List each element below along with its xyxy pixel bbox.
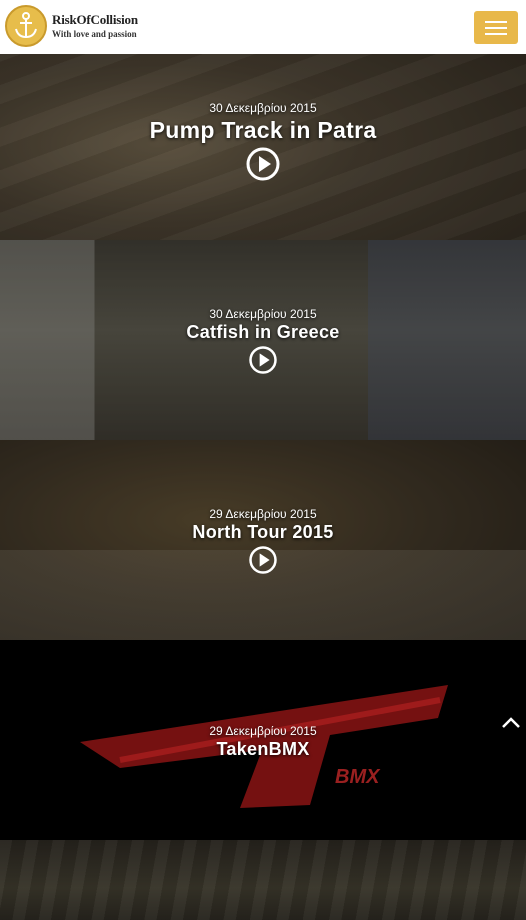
hamburger-icon-bar: [485, 27, 507, 29]
hamburger-icon-bar: [485, 33, 507, 35]
play-icon[interactable]: [248, 345, 278, 375]
post-card[interactable]: [0, 840, 526, 920]
logo-tagline: With love and passion: [52, 29, 137, 39]
play-icon[interactable]: [245, 146, 281, 182]
play-icon[interactable]: [248, 545, 278, 575]
post-caption: 29 Δεκεμβρίου 2015 TakenBMX: [0, 724, 526, 760]
post-date: 29 Δεκεμβρίου 2015: [209, 724, 317, 738]
svg-text:BMX: BMX: [335, 766, 381, 788]
post-title[interactable]: TakenBMX: [0, 739, 526, 760]
post-date: 29 Δεκεμβρίου 2015: [209, 507, 317, 521]
hamburger-icon: [485, 21, 507, 23]
post-caption: 30 Δεκεμβρίου 2015 Catfish in Greece: [0, 307, 526, 375]
site-header: RiskOfCollision With love and passion: [0, 0, 526, 54]
post-title[interactable]: Pump Track in Patra: [0, 117, 526, 144]
anchor-icon: [15, 12, 37, 39]
post-card[interactable]: BMX 29 Δεκεμβρίου 2015 TakenBMX: [0, 640, 526, 840]
menu-button[interactable]: [474, 11, 518, 44]
post-title[interactable]: North Tour 2015: [0, 522, 526, 543]
post-card[interactable]: 29 Δεκεμβρίου 2015 North Tour 2015: [0, 440, 526, 640]
logo[interactable]: [5, 5, 47, 47]
chevron-up-icon[interactable]: [500, 712, 522, 734]
post-title[interactable]: Catfish in Greece: [0, 322, 526, 343]
thumbnail-overlay: [0, 840, 526, 920]
logo-title[interactable]: RiskOfCollision: [52, 12, 138, 28]
post-date: 30 Δεκεμβρίου 2015: [209, 307, 317, 321]
post-caption: 30 Δεκεμβρίου 2015 Pump Track in Patra: [0, 101, 526, 182]
post-card[interactable]: 30 Δεκεμβρίου 2015 Catfish in Greece: [0, 240, 526, 440]
post-date: 30 Δεκεμβρίου 2015: [209, 101, 317, 115]
post-caption: 29 Δεκεμβρίου 2015 North Tour 2015: [0, 507, 526, 575]
